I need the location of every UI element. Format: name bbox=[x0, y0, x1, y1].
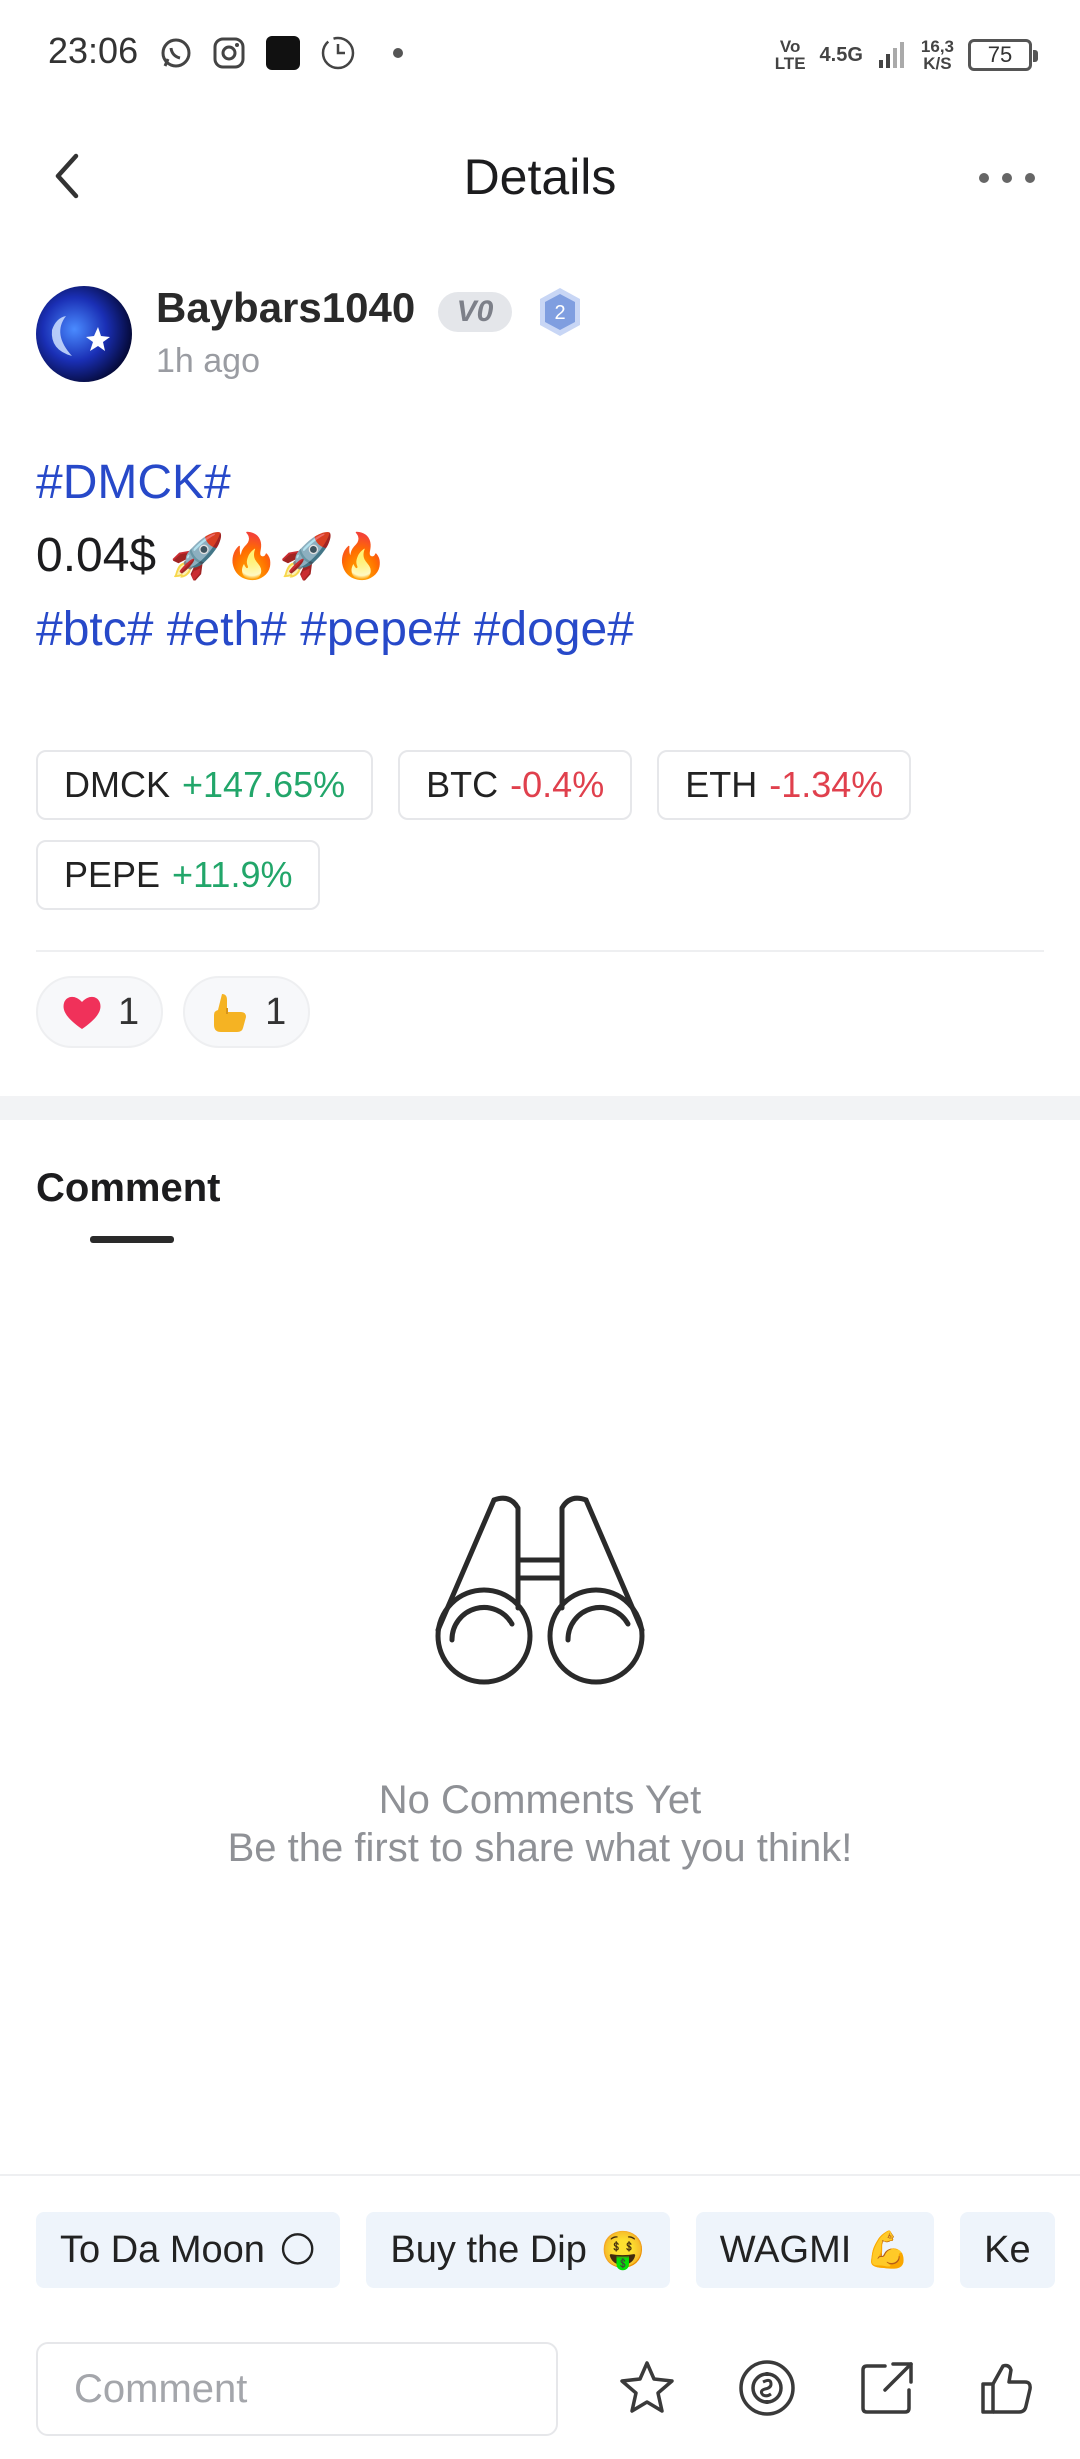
quick-reply-label: WAGMI bbox=[719, 2228, 852, 2271]
status-bar: 23:06 Vo LTE 4.5G 16,3 K/S 75 bbox=[0, 0, 1080, 110]
empty-title: No Comments Yet bbox=[378, 1778, 702, 1822]
quick-reply-partial[interactable]: Ke bbox=[960, 2212, 1055, 2288]
vip-badge: V0 bbox=[438, 292, 512, 332]
coin-change: +11.9% bbox=[172, 854, 293, 895]
hashtag-list[interactable]: #btc# #eth# #pepe# #doge# bbox=[36, 593, 1036, 666]
coin-change: +147.65% bbox=[182, 764, 346, 805]
dot-icon bbox=[393, 48, 403, 58]
post-time: 1h ago bbox=[156, 342, 260, 380]
battery-icon: 75 bbox=[968, 39, 1038, 71]
reactions: 1 1 bbox=[36, 976, 311, 1048]
tip-icon[interactable] bbox=[737, 2358, 797, 2418]
net-speed-unit: K/S bbox=[923, 54, 952, 73]
quick-reply-label: To Da Moon bbox=[60, 2228, 265, 2271]
volte-bottom: LTE bbox=[774, 54, 806, 73]
quick-reply-emoji: 🤑 bbox=[600, 2230, 646, 2271]
post-emojis: 🚀🔥🚀🔥 bbox=[169, 531, 389, 582]
reaction-heart[interactable]: 1 bbox=[36, 976, 164, 1048]
quick-reply-label: Ke bbox=[984, 2228, 1031, 2271]
quick-reply-buy-the-dip[interactable]: Buy the Dip 🤑 bbox=[366, 2212, 670, 2288]
coin-symbol: DMCK bbox=[64, 764, 170, 805]
status-indicators: Vo LTE 4.5G 16,3 K/S 75 bbox=[775, 30, 1038, 80]
quick-reply-emoji: 💪 bbox=[865, 2230, 911, 2271]
avatar-image bbox=[36, 286, 132, 382]
net-speed-value: 16,3 bbox=[920, 37, 954, 56]
reaction-count: 1 bbox=[265, 990, 287, 1033]
signal-type: 4.5G bbox=[819, 43, 863, 66]
signal-icon bbox=[878, 42, 904, 68]
clock-icon bbox=[321, 36, 355, 70]
divider bbox=[0, 2174, 1080, 2176]
post-body: #DMCK# 0.04$ 🚀🔥🚀🔥 #btc# #eth# #pepe# #do… bbox=[36, 446, 1036, 666]
coin-chip-eth[interactable]: ETH -1.34% bbox=[657, 750, 912, 820]
coin-change: -1.34% bbox=[769, 764, 884, 805]
header: Details bbox=[0, 110, 1080, 240]
volte-indicator: Vo LTE bbox=[775, 38, 806, 72]
whatsapp-icon bbox=[161, 38, 191, 68]
hashtag-dmck[interactable]: #DMCK# bbox=[36, 446, 1036, 519]
thumbs-up-icon bbox=[214, 994, 247, 1032]
app-icon bbox=[266, 36, 300, 70]
coin-symbol: PEPE bbox=[64, 854, 161, 895]
tab-comment[interactable]: Comment bbox=[36, 1166, 220, 1211]
coin-change: -0.4% bbox=[510, 764, 605, 805]
reaction-count: 1 bbox=[118, 990, 140, 1033]
level-badge-icon: 2 bbox=[540, 288, 580, 336]
more-dots-icon[interactable] bbox=[974, 168, 1040, 188]
level-number: 2 bbox=[554, 302, 565, 324]
divider bbox=[36, 950, 1044, 952]
coin-symbol: ETH bbox=[685, 764, 758, 805]
quick-replies: To Da Moon 🌕 Buy the Dip 🤑 WAGMI 💪 Ke bbox=[36, 2212, 1080, 2288]
battery-level: 75 bbox=[987, 42, 1013, 67]
status-time: 23:06 bbox=[48, 30, 139, 71]
share-icon[interactable] bbox=[857, 2358, 917, 2418]
binoculars-icon bbox=[435, 1495, 645, 1685]
quick-reply-wagmi[interactable]: WAGMI 💪 bbox=[695, 2212, 935, 2288]
coin-chip-dmck[interactable]: DMCK +147.65% bbox=[36, 750, 374, 820]
comment-input[interactable] bbox=[36, 2342, 558, 2436]
avatar[interactable] bbox=[36, 286, 132, 382]
like-icon[interactable] bbox=[977, 2358, 1037, 2418]
coin-symbol: BTC bbox=[426, 764, 499, 805]
empty-subtitle: Be the first to share what you think! bbox=[227, 1826, 853, 1870]
post-price: 0.04$ bbox=[36, 529, 157, 582]
page-title: Details bbox=[463, 149, 617, 205]
post-line-price: 0.04$ 🚀🔥🚀🔥 bbox=[36, 519, 1036, 593]
coin-chips: DMCK +147.65% BTC -0.4% ETH -1.34% PEPE … bbox=[36, 750, 1036, 910]
tab-indicator bbox=[90, 1236, 174, 1243]
quick-reply-label: Buy the Dip bbox=[390, 2228, 587, 2271]
heart-icon bbox=[63, 996, 101, 1029]
quick-reply-to-da-moon[interactable]: To Da Moon 🌕 bbox=[36, 2212, 341, 2288]
volte-top: Vo bbox=[779, 37, 801, 56]
net-speed: 16,3 K/S bbox=[921, 38, 954, 72]
reaction-thumbs-up[interactable]: 1 bbox=[183, 976, 311, 1048]
section-separator bbox=[0, 1096, 1080, 1120]
coin-chip-btc[interactable]: BTC -0.4% bbox=[398, 750, 633, 820]
quick-reply-emoji: 🌕 bbox=[278, 2229, 317, 2271]
star-icon[interactable] bbox=[617, 2358, 677, 2418]
instagram-icon bbox=[213, 37, 245, 69]
author-name[interactable]: Baybars1040 bbox=[156, 284, 415, 332]
coin-chip-pepe[interactable]: PEPE +11.9% bbox=[36, 840, 321, 910]
